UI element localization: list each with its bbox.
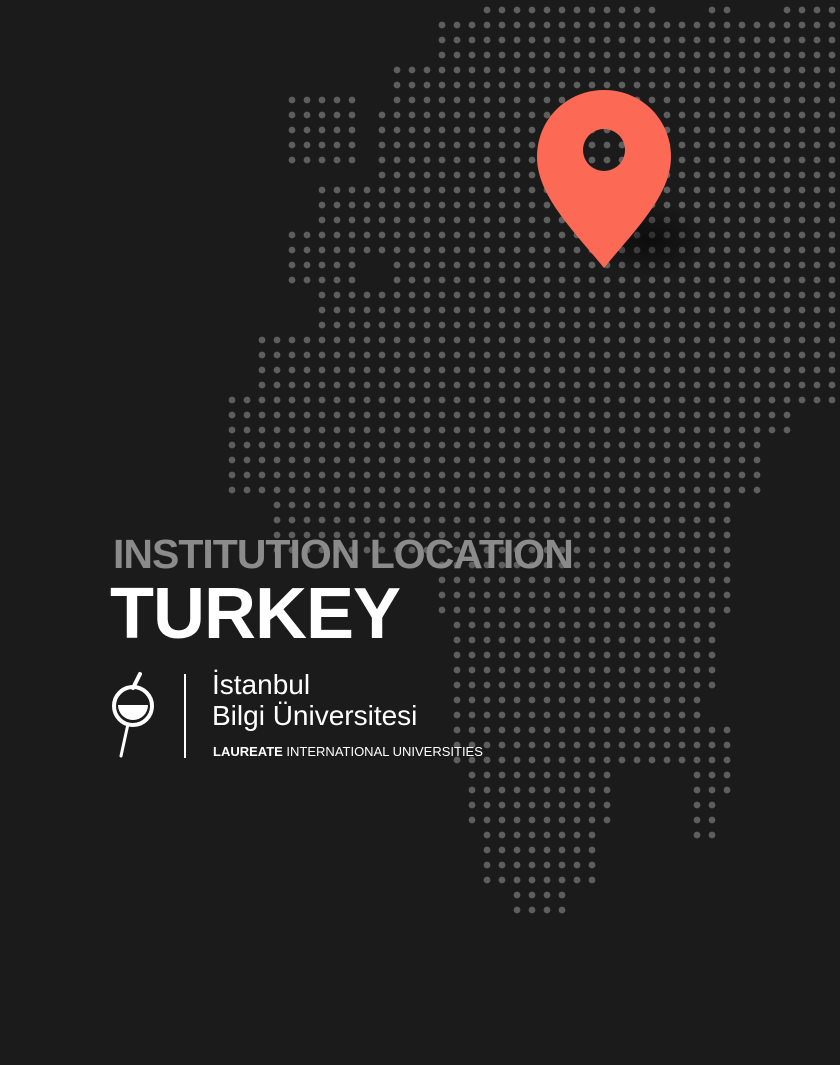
institution-location-label: INSTITUTION LOCATION xyxy=(113,531,574,577)
country-name: TURKEY xyxy=(110,574,401,654)
university-logo: İstanbul Bilgi Üniversitesi LAUREATE INT… xyxy=(108,668,528,763)
bilgi-logo-icon xyxy=(112,672,154,758)
university-name-line1: İstanbul xyxy=(212,669,311,700)
logo-divider xyxy=(184,674,186,758)
tagline-rest: INTERNATIONAL UNIVERSITIES xyxy=(282,744,483,759)
laureate-tagline: LAUREATE INTERNATIONAL UNIVERSITIES xyxy=(213,744,483,760)
university-name-line2: Bilgi Üniversitesi xyxy=(212,700,418,731)
tagline-strong: LAUREATE xyxy=(213,744,283,759)
